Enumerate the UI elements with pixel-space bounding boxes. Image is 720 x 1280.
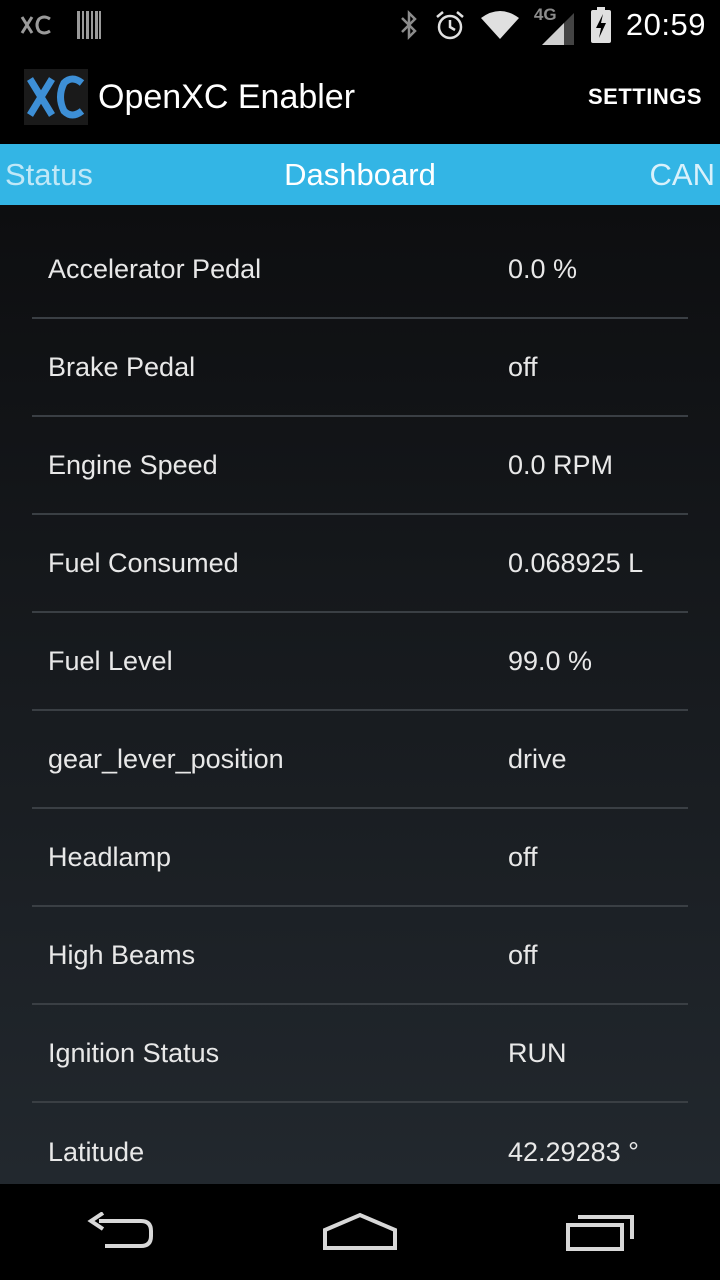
tab-can[interactable]: CAN <box>650 144 715 205</box>
list-item[interactable]: Latitude 42.29283 ° <box>32 1103 688 1184</box>
navigation-bar <box>0 1184 720 1280</box>
list-item[interactable]: Brake Pedal off <box>32 319 688 417</box>
screen: 4G 20:59 OpenXC Enabler SETTINGS Dashboa… <box>0 0 720 1280</box>
status-bar: 4G 20:59 <box>0 0 720 50</box>
list-item[interactable]: Fuel Level 99.0 % <box>32 613 688 711</box>
xc-notification-icon <box>20 14 52 36</box>
measurement-value: 0.0 RPM <box>508 449 614 480</box>
list-item[interactable]: High Beams off <box>32 907 688 1005</box>
home-icon[interactable] <box>300 1192 420 1272</box>
tab-dashboard[interactable]: Dashboard <box>284 157 436 193</box>
status-bar-clock: 20:59 <box>625 7 706 42</box>
measurement-value: 0.068925 L <box>508 547 644 578</box>
list-item[interactable]: Fuel Consumed 0.068925 L <box>32 515 688 613</box>
measurement-value: 42.29283 ° <box>508 1136 639 1167</box>
tab-dashboard-container: Dashboard <box>0 144 720 205</box>
alarm-icon <box>434 9 466 41</box>
measurement-value: off <box>508 841 538 872</box>
measurement-value: RUN <box>508 1037 567 1068</box>
bluetooth-icon <box>398 9 420 41</box>
dashboard-content[interactable]: Accelerator Pedal 0.0 % Brake Pedal off … <box>0 205 720 1184</box>
tab-status[interactable]: Status <box>5 144 93 205</box>
measurement-label: Engine Speed <box>48 449 218 480</box>
list-item[interactable]: Accelerator Pedal 0.0 % <box>32 221 688 319</box>
recent-apps-icon[interactable] <box>540 1192 660 1272</box>
measurement-label: Fuel Consumed <box>48 547 239 578</box>
measurement-label: High Beams <box>48 939 196 970</box>
settings-button[interactable]: SETTINGS <box>588 72 702 122</box>
back-icon[interactable] <box>60 1192 180 1272</box>
signal-icon: 4G <box>534 5 576 45</box>
measurement-label: gear_lever_position <box>48 743 284 774</box>
measurement-value: 0.0 % <box>508 253 578 284</box>
measurement-value: off <box>508 939 538 970</box>
barcode-icon <box>76 10 102 40</box>
app-title: OpenXC Enabler <box>98 77 356 116</box>
measurement-value: drive <box>508 743 567 774</box>
wifi-icon <box>480 10 520 40</box>
list-item[interactable]: gear_lever_position drive <box>32 711 688 809</box>
battery-charging-icon <box>590 7 612 43</box>
measurement-value: off <box>508 351 538 382</box>
measurement-label: Headlamp <box>48 841 172 872</box>
list-item[interactable]: Headlamp off <box>32 809 688 907</box>
measurement-label: Accelerator Pedal <box>48 253 262 284</box>
list-item[interactable]: Ignition Status RUN <box>32 1005 688 1103</box>
measurement-list[interactable]: Accelerator Pedal 0.0 % Brake Pedal off … <box>32 221 688 1184</box>
measurement-value: 99.0 % <box>508 645 593 676</box>
measurement-label: Brake Pedal <box>48 351 196 382</box>
tab-strip: Dashboard Status CAN <box>0 144 720 205</box>
openxc-logo-icon <box>24 65 88 129</box>
measurement-label: Latitude <box>48 1136 145 1167</box>
action-bar: OpenXC Enabler SETTINGS <box>0 50 720 144</box>
list-item[interactable]: Engine Speed 0.0 RPM <box>32 417 688 515</box>
measurement-label: Fuel Level <box>48 645 173 676</box>
measurement-label: Ignition Status <box>48 1037 220 1068</box>
